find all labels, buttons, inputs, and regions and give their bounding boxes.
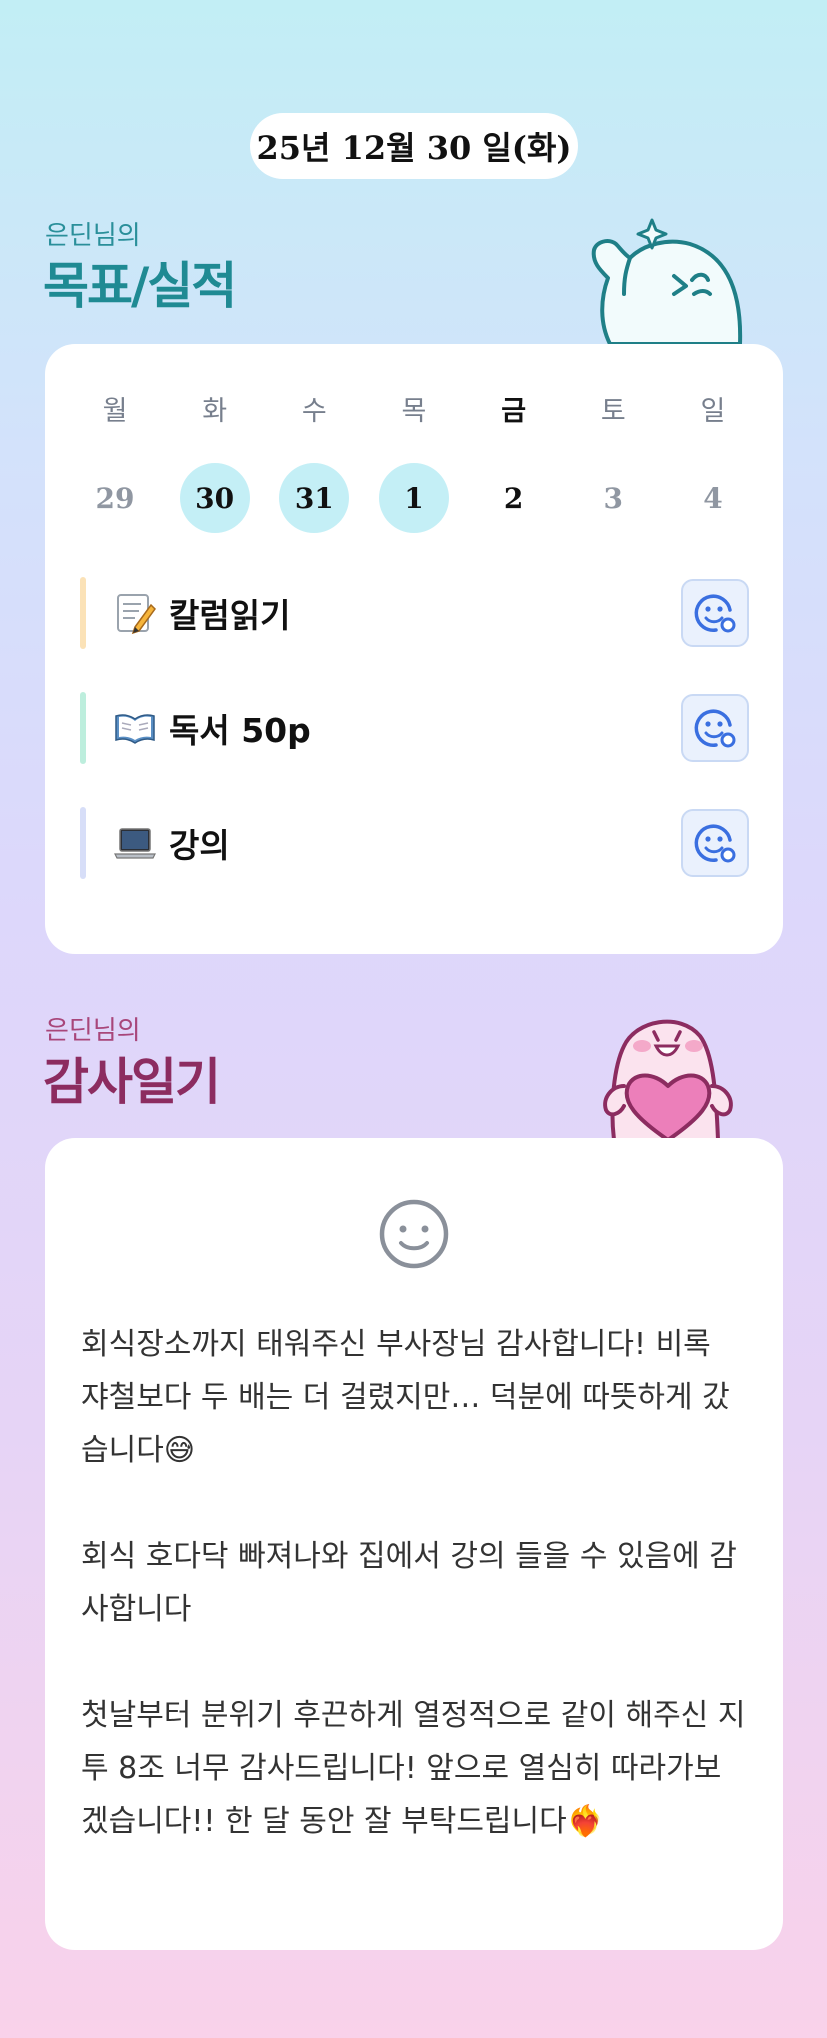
day-name: 화 (202, 396, 228, 427)
goal-section-title: 목표/실적 (43, 257, 237, 315)
goal-card: 월 29 화 30 수 31 목 1 금 2 토 3 일 4 칼럼읽기 독서 5… (45, 344, 783, 954)
add-reaction-icon (694, 824, 736, 863)
day-name: 수 (301, 396, 327, 427)
day-thu[interactable]: 목 1 (378, 392, 449, 533)
laptop-icon (114, 828, 156, 859)
day-tue[interactable]: 화 30 (179, 392, 250, 533)
day-name: 월 (102, 396, 128, 427)
goal-label: 칼럼읽기 (113, 589, 681, 637)
memo-icon (117, 594, 156, 635)
add-reaction-icon (694, 709, 736, 748)
goal-item: 칼럼읽기 (80, 577, 749, 649)
goal-color-bar (80, 807, 86, 879)
gratitude-text: 회식장소까지 태워주신 부사장님 감사합니다! 비록 쟈철보다 두 배는 더 걸… (81, 1318, 747, 1848)
gratitude-section-title: 감사일기 (43, 1053, 221, 1111)
book-icon (115, 714, 155, 744)
day-number: 1 (378, 463, 449, 533)
goal-label-text: 강의 (169, 826, 230, 865)
day-mon[interactable]: 월 29 (80, 392, 150, 533)
gratitude-paragraph: 회식장소까지 태워주신 부사장님 감사합니다! 비록 쟈철보다 두 배는 더 걸… (81, 1327, 730, 1468)
day-name: 토 (600, 396, 626, 427)
day-number: 29 (95, 481, 135, 515)
pink-ghost-mascot (603, 1019, 733, 1140)
day-number: 31 (279, 463, 350, 533)
day-number: 2 (503, 481, 524, 515)
day-number: 30 (179, 463, 250, 533)
goal-color-bar (80, 692, 86, 764)
gratitude-paragraph: 첫날부터 분위기 후끈하게 열정적으로 같이 해주신 지투 8조 너무 감사드립… (81, 1698, 746, 1839)
goal-label: 강의 (113, 819, 681, 867)
day-fri[interactable]: 금 2 (479, 392, 549, 533)
add-reaction-button[interactable] (681, 809, 749, 877)
date-pill: 25년 12월 30 일(화) (250, 113, 578, 179)
add-reaction-button[interactable] (681, 579, 749, 647)
gratitude-card: 회식장소까지 태워주신 부사장님 감사합니다! 비록 쟈철보다 두 배는 더 걸… (45, 1138, 783, 1950)
add-reaction-button[interactable] (681, 694, 749, 762)
day-wed[interactable]: 수 31 (279, 392, 350, 533)
goal-label-text: 독서 50p (169, 711, 311, 750)
week-strip: 월 29 화 30 수 31 목 1 금 2 토 3 일 4 (80, 392, 748, 533)
day-number: 4 (703, 481, 723, 515)
day-number: 3 (603, 481, 624, 515)
gratitude-paragraph: 회식 호다닥 빠져나와 집에서 강의 들을 수 있음에 감사합니다 (81, 1539, 737, 1627)
day-name: 일 (700, 396, 726, 427)
goal-item: 강의 (80, 807, 749, 879)
teal-ghost-mascot (591, 218, 743, 344)
goal-label: 독서 50p (113, 704, 681, 752)
goal-color-bar (80, 577, 86, 649)
day-name: 금 (501, 396, 527, 427)
add-reaction-icon (694, 594, 736, 633)
day-sun[interactable]: 일 4 (678, 392, 748, 533)
goal-item: 독서 50p (80, 692, 749, 764)
smiley-icon (379, 1199, 449, 1269)
day-sat[interactable]: 토 3 (578, 392, 648, 533)
day-name: 목 (401, 396, 427, 427)
goal-label-text: 칼럼읽기 (169, 596, 291, 635)
